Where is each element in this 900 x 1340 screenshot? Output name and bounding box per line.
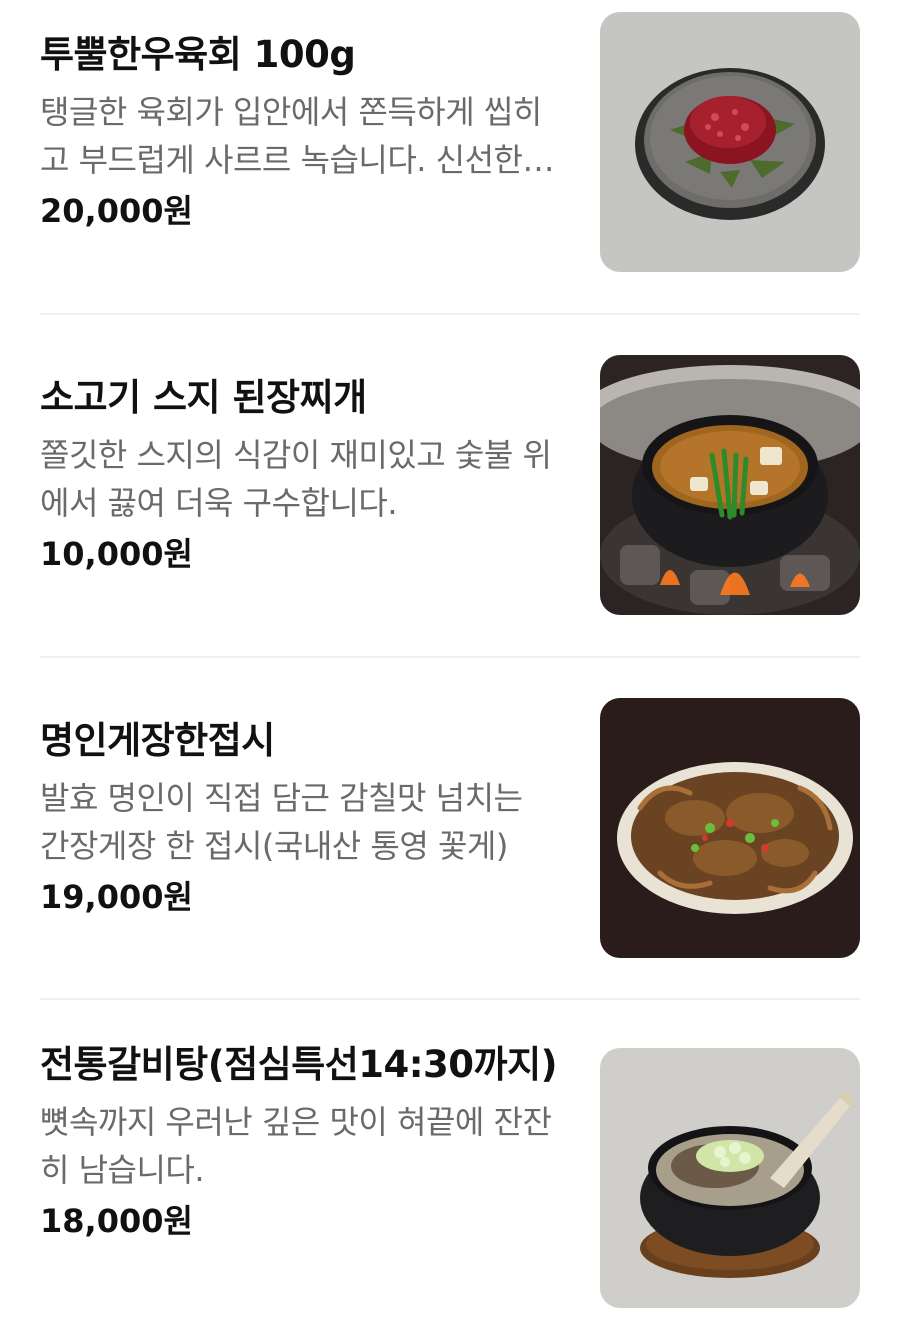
menu-item-price: 10,000원 — [40, 535, 193, 573]
menu-item-description: 쫄깃한 스지의 식감이 재미있고 숯불 위에서 끓여 더욱 구수합니다. — [40, 436, 552, 522]
galbitang-photo[interactable] — [600, 1048, 860, 1308]
menu-item-name: 투뿔한우육회 100g — [40, 33, 356, 76]
yukhoe-photo[interactable] — [600, 12, 860, 272]
menu-item-gejang[interactable]: 명인게장한접시 발효 명인이 직접 담근 감칠맛 넘치는 간장게장 한 접시(국… — [0, 658, 900, 1000]
menu-item-info: 명인게장한접시 발효 명인이 직접 담근 감칠맛 넘치는 간장게장 한 접시(국… — [40, 716, 560, 920]
menu-item-price: 20,000원 — [40, 192, 193, 230]
menu-item-yukhoe[interactable]: 투뿔한우육회 100g 탱글한 육회가 입안에서 쫀득하게 씹히고 부드럽게 사… — [0, 0, 900, 315]
menu-list: 투뿔한우육회 100g 탱글한 육회가 입안에서 쫀득하게 씹히고 부드럽게 사… — [0, 0, 900, 1340]
menu-item-price: 19,000원 — [40, 878, 193, 916]
menu-item-info: 투뿔한우육회 100g 탱글한 육회가 입안에서 쫀득하게 씹히고 부드럽게 사… — [40, 30, 560, 234]
menu-item-name: 소고기 스지 된장찌개 — [40, 376, 367, 419]
menu-item-description: 탱글한 육회가 입안에서 쫀득하게 씹히고 부드럽게 사르르 녹습니다. 신선한… — [40, 93, 542, 179]
menu-item-galbitang[interactable]: 전통갈비탕(점심특선14:30까지) 뼛속까지 우러난 깊은 맛이 혀끝에 잔잔… — [0, 1000, 900, 1340]
menu-item-info: 전통갈비탕(점심특선14:30까지) 뼛속까지 우러난 깊은 맛이 혀끝에 잔잔… — [40, 1040, 560, 1244]
menu-item-doenjang-jjigae[interactable]: 소고기 스지 된장찌개 쫄깃한 스지의 식감이 재미있고 숯불 위에서 끓여 더… — [0, 315, 900, 658]
menu-item-name: 명인게장한접시 — [40, 719, 275, 762]
menu-item-info: 소고기 스지 된장찌개 쫄깃한 스지의 식감이 재미있고 숯불 위에서 끓여 더… — [40, 373, 560, 577]
menu-item-description: 뼛속까지 우러난 깊은 맛이 혀끝에 잔잔히 남습니다. — [40, 1103, 552, 1189]
menu-item-description: 발효 명인이 직접 담근 감칠맛 넘치는 간장게장 한 접시(국내산 통영 꽃게… — [40, 779, 523, 865]
gejang-photo[interactable] — [600, 698, 860, 958]
menu-item-name: 전통갈비탕(점심특선14:30까지) — [40, 1043, 558, 1086]
doenjang-jjigae-photo[interactable] — [600, 355, 860, 615]
menu-item-price: 18,000원 — [40, 1202, 193, 1240]
